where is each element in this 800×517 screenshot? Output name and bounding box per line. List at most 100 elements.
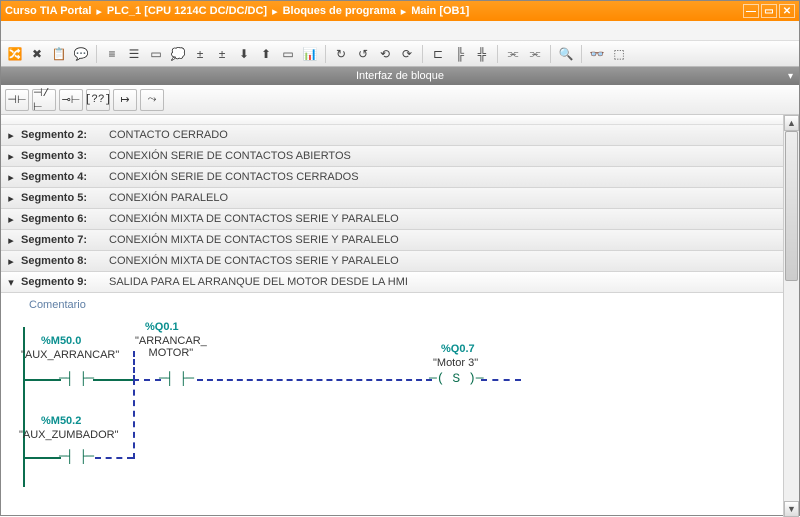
segment-row[interactable]: ▸Segmento 3:CONEXIÓN SERIE DE CONTACTOS … [1, 146, 783, 167]
tool-btn[interactable]: ↺ [353, 44, 373, 64]
palette-branch-open[interactable]: ↦ [113, 89, 137, 111]
chevron-down-icon[interactable]: ▾ [788, 68, 793, 86]
wire-link [481, 379, 521, 381]
operand-symbol: "AUX_ZUMBADOR" [19, 429, 119, 441]
segment-desc: SALIDA PARA EL ARRANQUE DEL MOTOR DESDE … [109, 276, 408, 288]
main-toolbar: 🔀 ✖ 📋 💬 ≡ ☰ ▭ 💭 ± ± ⬇ ⬆ ▭ 📊 ↻ ↺ ⟲ ⟳ ⊏ ╠ … [1, 41, 799, 67]
breadcrumb-3[interactable]: Bloques de programa [283, 5, 396, 17]
wire-link [133, 379, 135, 459]
operand-address: %M50.2 [41, 415, 81, 427]
segment-row[interactable]: ▸Segmento 4:CONEXIÓN SERIE DE CONTACTOS … [1, 167, 783, 188]
segment-row[interactable]: ▸Segmento 6:CONEXIÓN MIXTA DE CONTACTOS … [1, 209, 783, 230]
palette-nc-contact[interactable]: ⊣/⊢ [32, 89, 56, 111]
wire-link [197, 379, 432, 381]
tool-btn[interactable]: ☰ [124, 44, 144, 64]
tool-btn[interactable]: 🔀 [5, 44, 25, 64]
segment-name: Segmento 2: [21, 129, 109, 141]
operand-address: %M50.0 [41, 335, 81, 347]
operand-address: %Q0.1 [145, 321, 179, 333]
expand-arrow-icon[interactable]: ▸ [1, 129, 21, 142]
tool-btn[interactable]: ↻ [331, 44, 351, 64]
wire-link [133, 379, 161, 381]
ladder-network[interactable]: %M50.0 "AUX_ARRANCAR" ─┤ ├─ %Q0.1 "ARRAN… [1, 317, 783, 497]
vertical-scrollbar[interactable]: ▲ ▼ [783, 115, 799, 517]
scroll-up-button[interactable]: ▲ [784, 115, 799, 131]
editor-workspace: ▸Segmento 2:CONTACTO CERRADO▸Segmento 3:… [1, 115, 799, 517]
interface-label: Interfaz de bloque [356, 70, 444, 82]
tool-btn[interactable]: ✖ [27, 44, 47, 64]
breadcrumb-1[interactable]: Curso TIA Portal [5, 5, 91, 17]
segment-comment[interactable]: Comentario [1, 293, 783, 317]
tool-btn[interactable]: ⬚ [609, 44, 629, 64]
segment-row[interactable]: ▸Segmento 7:CONEXIÓN MIXTA DE CONTACTOS … [1, 230, 783, 251]
wire-link [95, 457, 133, 459]
scroll-thumb[interactable] [785, 131, 798, 281]
tool-btn[interactable]: ± [190, 44, 210, 64]
palette-box[interactable]: [??] [86, 89, 110, 111]
segment-row[interactable]: ▸Segmento 5:CONEXIÓN PARALELO [1, 188, 783, 209]
tool-btn[interactable]: ⟳ [397, 44, 417, 64]
segment-name: Segmento 6: [21, 213, 109, 225]
palette-coil[interactable]: ⊸⊢ [59, 89, 83, 111]
tool-btn[interactable]: 👓 [587, 44, 607, 64]
segment-desc: CONEXIÓN MIXTA DE CONTACTOS SERIE Y PARA… [109, 213, 399, 225]
operand-address: %Q0.7 [441, 343, 475, 355]
no-contact[interactable]: ─┤ ├─ [159, 371, 193, 386]
tool-btn[interactable]: ▭ [278, 44, 298, 64]
expand-arrow-icon[interactable]: ▸ [1, 192, 21, 205]
tool-btn[interactable]: 📊 [300, 44, 320, 64]
segment-name: Segmento 5: [21, 192, 109, 204]
tool-btn[interactable]: ╬ [472, 44, 492, 64]
wire [93, 379, 133, 381]
ladder-palette: ⊣⊢ ⊣/⊢ ⊸⊢ [??] ↦ ⤳ [1, 85, 799, 115]
tool-btn[interactable]: 📋 [49, 44, 69, 64]
breadcrumb-4[interactable]: Main [OB1] [411, 5, 469, 17]
operand-symbol: "AUX_ARRANCAR" [21, 349, 119, 361]
scroll-down-button[interactable]: ▼ [784, 501, 799, 517]
segment-row[interactable]: ▸Segmento 8:CONEXIÓN MIXTA DE CONTACTOS … [1, 251, 783, 272]
tool-btn[interactable]: ⫘ [503, 44, 523, 64]
tool-btn[interactable]: 💭 [168, 44, 188, 64]
tool-btn[interactable]: 🔍 [556, 44, 576, 64]
minimize-button[interactable]: — [743, 4, 759, 18]
segment-name: Segmento 8: [21, 255, 109, 267]
tool-btn[interactable]: ≡ [102, 44, 122, 64]
tool-btn[interactable]: ± [212, 44, 232, 64]
no-contact[interactable]: ─┤ ├─ [59, 449, 93, 464]
segment-desc: CONEXIÓN SERIE DE CONTACTOS CERRADOS [109, 171, 359, 183]
segment-desc: CONEXIÓN MIXTA DE CONTACTOS SERIE Y PARA… [109, 255, 399, 267]
tool-btn[interactable]: ╠ [450, 44, 470, 64]
segment-name: Segmento 3: [21, 150, 109, 162]
segment-row-open[interactable]: ▾ Segmento 9: SALIDA PARA EL ARRANQUE DE… [1, 272, 783, 293]
breadcrumb-2[interactable]: PLC_1 [CPU 1214C DC/DC/DC] [107, 5, 267, 17]
collapse-arrow-icon[interactable]: ▾ [1, 276, 21, 289]
tool-btn[interactable]: ⬇ [234, 44, 254, 64]
expand-arrow-icon[interactable]: ▸ [1, 171, 21, 184]
tool-btn[interactable]: ⬆ [256, 44, 276, 64]
segment-name: Segmento 9: [21, 276, 109, 288]
segment-desc: CONTACTO CERRADO [109, 129, 228, 141]
close-button[interactable]: ✕ [779, 4, 795, 18]
toolbar-spacer [1, 21, 799, 41]
tool-btn[interactable]: 💬 [71, 44, 91, 64]
palette-no-contact[interactable]: ⊣⊢ [5, 89, 29, 111]
expand-arrow-icon[interactable]: ▸ [1, 234, 21, 247]
maximize-button[interactable]: ▭ [761, 4, 777, 18]
segment-desc: CONEXIÓN PARALELO [109, 192, 228, 204]
title-bar: Curso TIA Portal ▸ PLC_1 [CPU 1214C DC/D… [1, 1, 799, 21]
wire [23, 379, 61, 381]
segment-desc: CONEXIÓN SERIE DE CONTACTOS ABIERTOS [109, 150, 351, 162]
expand-arrow-icon[interactable]: ▸ [1, 255, 21, 268]
tool-btn[interactable]: ⫘ [525, 44, 545, 64]
tool-btn[interactable]: ⊏ [428, 44, 448, 64]
segment-row[interactable]: ▸Segmento 2:CONTACTO CERRADO [1, 125, 783, 146]
tool-btn[interactable]: ⟲ [375, 44, 395, 64]
no-contact[interactable]: ─┤ ├─ [59, 371, 93, 386]
set-coil[interactable]: ─( S )─ [429, 371, 484, 386]
palette-branch-close[interactable]: ⤳ [140, 89, 164, 111]
expand-arrow-icon[interactable]: ▸ [1, 213, 21, 226]
tool-btn[interactable]: ▭ [146, 44, 166, 64]
expand-arrow-icon[interactable]: ▸ [1, 150, 21, 163]
segment-desc: CONEXIÓN MIXTA DE CONTACTOS SERIE Y PARA… [109, 234, 399, 246]
block-interface-header[interactable]: Interfaz de bloque ▾ [1, 67, 799, 85]
